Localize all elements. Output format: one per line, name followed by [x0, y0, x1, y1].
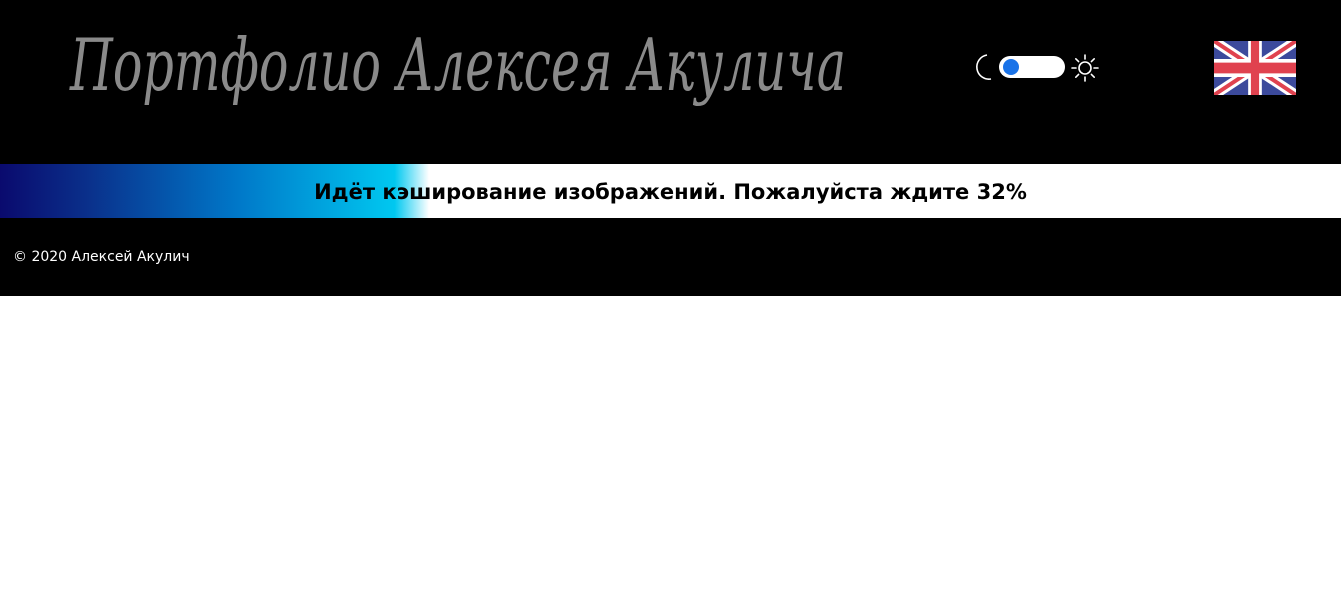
site-logo[interactable]: Портфолио Алексея Акулича [66, 4, 856, 154]
uk-flag-icon [1214, 41, 1296, 95]
theme-switch[interactable] [999, 56, 1065, 78]
copyright-text: © 2020 Алексей Акулич [13, 249, 190, 265]
language-switch-button[interactable] [1214, 41, 1296, 95]
theme-switch-knob [1003, 59, 1019, 75]
progress-message: Идёт кэширование изображений. Пожалуйста… [314, 180, 1027, 204]
theme-toggle [970, 52, 1102, 82]
sun-icon [1071, 54, 1099, 82]
logo-text: Портфолио Алексея Акулича [69, 23, 846, 107]
moon-icon [976, 54, 992, 80]
caching-progress-bar: Идёт кэширование изображений. Пожалуйста… [0, 164, 1341, 218]
site-footer: © 2020 Алексей Акулич [0, 218, 1341, 296]
site-header: Портфолио Алексея Акулича [0, 0, 1341, 164]
